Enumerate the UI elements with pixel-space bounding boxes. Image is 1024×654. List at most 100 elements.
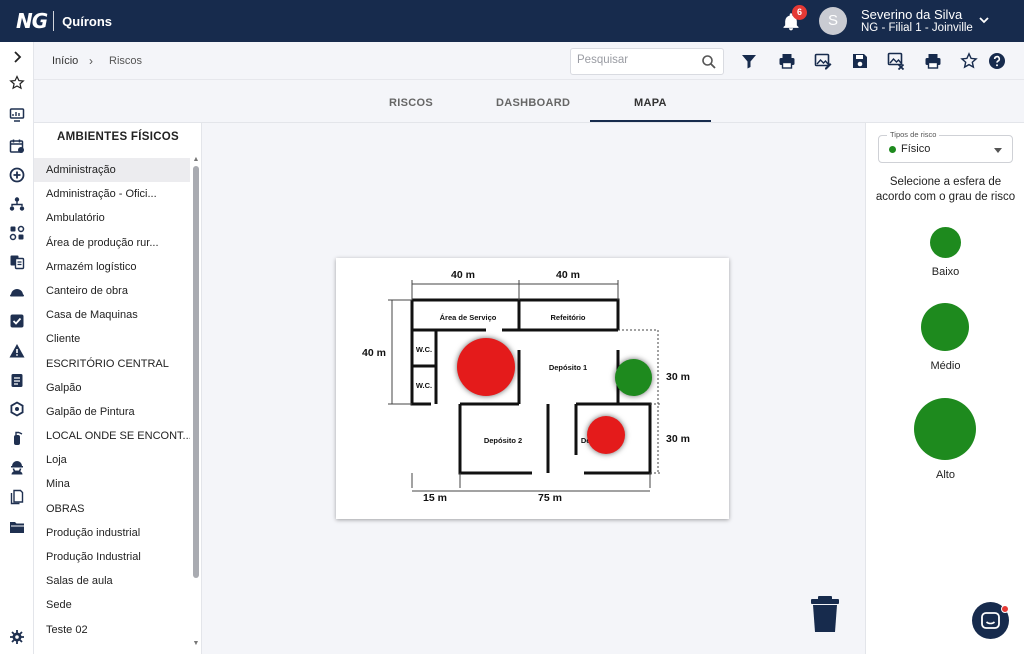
environment-list-item[interactable]: Ambulatório — [34, 206, 190, 230]
checkbox-icon[interactable] — [8, 312, 26, 330]
user-name[interactable]: Severino da Silva — [861, 7, 962, 22]
environment-list-item[interactable]: Mina — [34, 472, 190, 496]
worker-icon[interactable] — [8, 458, 26, 476]
environment-list-item[interactable]: Administração — [34, 158, 190, 183]
favorite-button[interactable] — [960, 52, 978, 70]
trash-icon[interactable] — [810, 595, 840, 633]
star-icon[interactable] — [8, 74, 26, 92]
app-logo[interactable]: NG Quírons — [16, 9, 112, 33]
scroll-up-arrow-icon[interactable]: ▲ — [192, 156, 200, 164]
active-tab-indicator — [590, 120, 711, 122]
print-icon — [925, 54, 941, 69]
scroll-thumb[interactable] — [193, 166, 199, 578]
tab-mapa[interactable]: MAPA — [634, 97, 667, 109]
warning-icon[interactable] — [8, 342, 26, 360]
logo-mark: NG — [16, 9, 48, 33]
environments-scrollbar[interactable]: ▲ ▼ — [192, 156, 200, 652]
risk-level-baixo-sphere[interactable] — [930, 227, 961, 258]
risk-type-select-value: Físico — [901, 143, 931, 155]
helmet-icon[interactable] — [8, 282, 26, 300]
map-canvas: 40 m 40 m 40 m 30 m 30 m 15 m 75 m Área … — [203, 123, 865, 654]
environment-list-item[interactable]: Armazém logístico — [34, 255, 190, 279]
filter-icon — [742, 55, 756, 69]
expand-nav-icon[interactable] — [8, 48, 26, 66]
org-structure-icon[interactable] — [8, 195, 26, 213]
risk-level-instruction: Selecione a esfera de acordo com o grau … — [875, 176, 1016, 203]
modules-icon[interactable] — [8, 224, 26, 242]
search-box — [570, 48, 724, 75]
environment-list-item[interactable]: Salas de aula — [34, 569, 190, 593]
risk-level-medio-label: Médio — [930, 360, 961, 372]
environment-list-item[interactable]: Cliente — [34, 327, 190, 351]
logo-divider — [53, 11, 55, 31]
dimension-bottom-right: 75 m — [538, 492, 562, 504]
risk-marker-alto[interactable] — [457, 338, 515, 396]
tab-dashboard[interactable]: DASHBOARD — [496, 97, 570, 109]
dimension-left: 40 m — [362, 347, 386, 359]
environment-list-item[interactable]: Casa de Maquinas — [34, 303, 190, 327]
risk-type-select[interactable]: Tipos de risco Físico — [878, 130, 1013, 163]
avatar[interactable]: S — [819, 7, 847, 35]
help-button[interactable] — [988, 52, 1006, 70]
gear-icon[interactable] — [8, 628, 26, 646]
environments-panel: AMBIENTES FÍSICOS Administração Administr… — [34, 123, 202, 654]
environment-list-item[interactable]: Teste 02 — [34, 618, 190, 642]
top-bar: NG Quírons 6 S Severino da Silva NG - Fi… — [0, 0, 1024, 42]
breadcrumb-bar: Início › Riscos — [34, 42, 1024, 80]
environment-list-item[interactable]: Produção industrial — [34, 521, 190, 545]
room-label: Depósito 2 — [484, 436, 522, 445]
dimension-right-lower: 30 m — [666, 433, 690, 445]
floor-plan-drawing: 40 m 40 m 40 m 30 m 30 m 15 m 75 m Área … — [362, 269, 690, 504]
folder-icon[interactable] — [8, 518, 26, 536]
help-icon — [989, 53, 1005, 69]
floor-plan-image[interactable]: 40 m 40 m 40 m 30 m 30 m 15 m 75 m Área … — [336, 258, 729, 519]
search-input[interactable] — [577, 54, 697, 66]
dimension-top-right: 40 m — [556, 269, 580, 281]
dashboard-monitor-icon[interactable] — [8, 106, 26, 124]
caret-down-icon — [994, 148, 1002, 153]
documents-icon[interactable] — [8, 253, 26, 271]
image-remove-icon — [887, 52, 905, 71]
tab-riscos[interactable]: RISCOS — [389, 97, 433, 109]
environment-list-item[interactable]: Loja — [34, 448, 190, 472]
environment-list-item[interactable]: Galpão — [34, 376, 190, 400]
environment-list-item[interactable]: Administração - Ofici... — [34, 182, 190, 206]
calendar-icon[interactable] — [8, 137, 26, 155]
print-button[interactable] — [778, 52, 796, 70]
image-edit-icon — [814, 53, 832, 70]
document-copy-icon[interactable] — [8, 488, 26, 506]
filter-button[interactable] — [740, 52, 758, 70]
user-branch[interactable]: NG - Filial 1 - Joinville — [861, 22, 973, 34]
environment-list-item[interactable]: Canteiro de obra — [34, 279, 190, 303]
image-edit-button[interactable] — [814, 52, 832, 70]
risk-level-medio-sphere[interactable] — [921, 303, 969, 351]
save-button[interactable] — [851, 52, 869, 70]
risk-marker-medio[interactable] — [587, 416, 625, 454]
image-remove-button[interactable] — [887, 52, 905, 71]
dimension-bottom-left: 15 m — [423, 492, 447, 504]
environment-list-item[interactable]: LOCAL ONDE SE ENCONT... — [34, 424, 190, 448]
add-circle-icon[interactable] — [8, 166, 26, 184]
room-label: W.C. — [416, 381, 432, 390]
room-label: Área de Serviço — [440, 313, 497, 322]
fire-extinguisher-icon[interactable] — [8, 429, 26, 447]
environment-list-item[interactable]: Produção Industrial — [34, 545, 190, 569]
settings-cycle-icon[interactable] — [8, 400, 26, 418]
breadcrumb-home[interactable]: Início — [52, 55, 78, 67]
environment-list-item[interactable]: OBRAS — [34, 497, 190, 521]
environment-list-item[interactable]: Área de produção rur... — [34, 231, 190, 255]
notification-count-badge: 6 — [792, 5, 807, 20]
risk-marker-baixo[interactable] — [615, 359, 652, 396]
print-report-button[interactable] — [924, 52, 942, 70]
risk-level-alto-sphere[interactable] — [914, 398, 976, 460]
chevron-down-icon[interactable] — [978, 14, 990, 26]
environment-list-item[interactable]: ESCRITÓRIO CENTRAL — [34, 352, 190, 376]
dimension-right-upper: 30 m — [666, 371, 690, 383]
search-icon[interactable] — [701, 54, 717, 70]
environment-list-item[interactable]: Sede — [34, 593, 190, 617]
room-label: W.C. — [416, 345, 432, 354]
clipboard-icon[interactable] — [8, 371, 26, 389]
tabs-bar: RISCOS DASHBOARD MAPA — [34, 80, 1024, 123]
scroll-down-arrow-icon[interactable]: ▼ — [192, 640, 200, 648]
environment-list-item[interactable]: Galpão de Pintura — [34, 400, 190, 424]
